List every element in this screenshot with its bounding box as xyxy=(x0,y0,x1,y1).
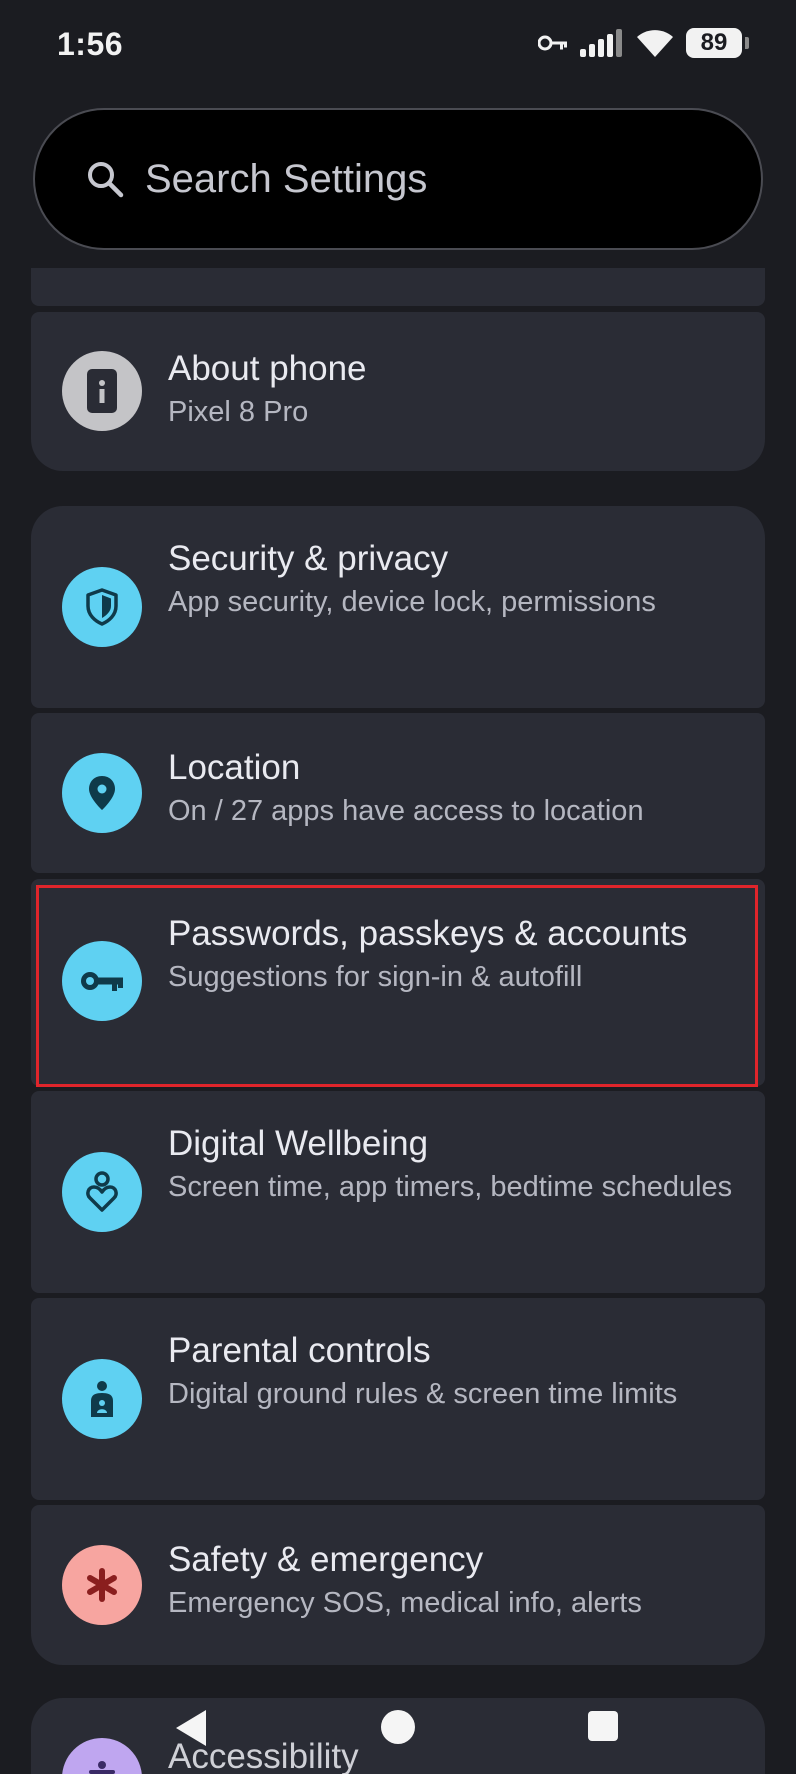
settings-item-parental-controls[interactable]: Parental controls Digital ground rules &… xyxy=(31,1298,765,1500)
digital-wellbeing-subtitle: Screen time, app timers, bedtime schedul… xyxy=(168,1171,733,1203)
settings-item-about-phone[interactable]: About phone Pixel 8 Pro xyxy=(31,312,765,471)
parental-controls-title: Parental controls xyxy=(168,1331,431,1370)
status-time: 1:56 xyxy=(57,26,124,62)
status-icons: 89 xyxy=(538,28,749,58)
about-phone-subtitle: Pixel 8 Pro xyxy=(168,396,309,428)
recents-icon[interactable] xyxy=(588,1711,618,1741)
wellbeing-heart-icon xyxy=(62,1152,142,1232)
about-phone-title: About phone xyxy=(168,349,367,388)
security-privacy-title: Security & privacy xyxy=(168,539,449,578)
location-subtitle: On / 27 apps have access to location xyxy=(168,795,644,827)
parental-icon xyxy=(62,1359,142,1439)
search-bar[interactable]: Search Settings xyxy=(33,108,763,250)
digital-wellbeing-title: Digital Wellbeing xyxy=(168,1124,429,1163)
security-privacy-subtitle: App security, device lock, permissions xyxy=(168,586,656,618)
vpn-key-icon xyxy=(538,35,567,51)
battery-indicator: 89 xyxy=(686,28,749,58)
back-icon[interactable] xyxy=(176,1710,206,1746)
info-phone-icon xyxy=(62,351,142,431)
home-icon[interactable] xyxy=(381,1710,415,1744)
settings-item-security-privacy[interactable]: Security & privacy App security, device … xyxy=(31,506,765,708)
location-pin-icon xyxy=(62,753,142,833)
status-bar: 1:56 89 xyxy=(0,0,796,92)
wifi-icon xyxy=(637,30,673,57)
parental-controls-subtitle: Digital ground rules & screen time limit… xyxy=(168,1378,678,1410)
safety-emergency-title: Safety & emergency xyxy=(168,1540,484,1579)
search-icon xyxy=(88,162,124,198)
location-title: Location xyxy=(168,748,301,787)
settings-item-safety-emergency[interactable]: Safety & emergency Emergency SOS, medica… xyxy=(31,1505,765,1665)
selection-highlight-box xyxy=(36,885,758,1087)
safety-emergency-subtitle: Emergency SOS, medical info, alerts xyxy=(168,1587,642,1619)
shield-icon xyxy=(62,567,142,647)
signal-icon xyxy=(580,29,622,57)
settings-item-location[interactable]: Location On / 27 apps have access to loc… xyxy=(31,713,765,873)
scrolled-item-partial[interactable] xyxy=(31,268,765,306)
navigation-bar xyxy=(0,1690,796,1774)
search-placeholder: Search Settings xyxy=(145,156,428,201)
settings-item-digital-wellbeing[interactable]: Digital Wellbeing Screen time, app timer… xyxy=(31,1091,765,1293)
emergency-asterisk-icon xyxy=(62,1545,142,1625)
